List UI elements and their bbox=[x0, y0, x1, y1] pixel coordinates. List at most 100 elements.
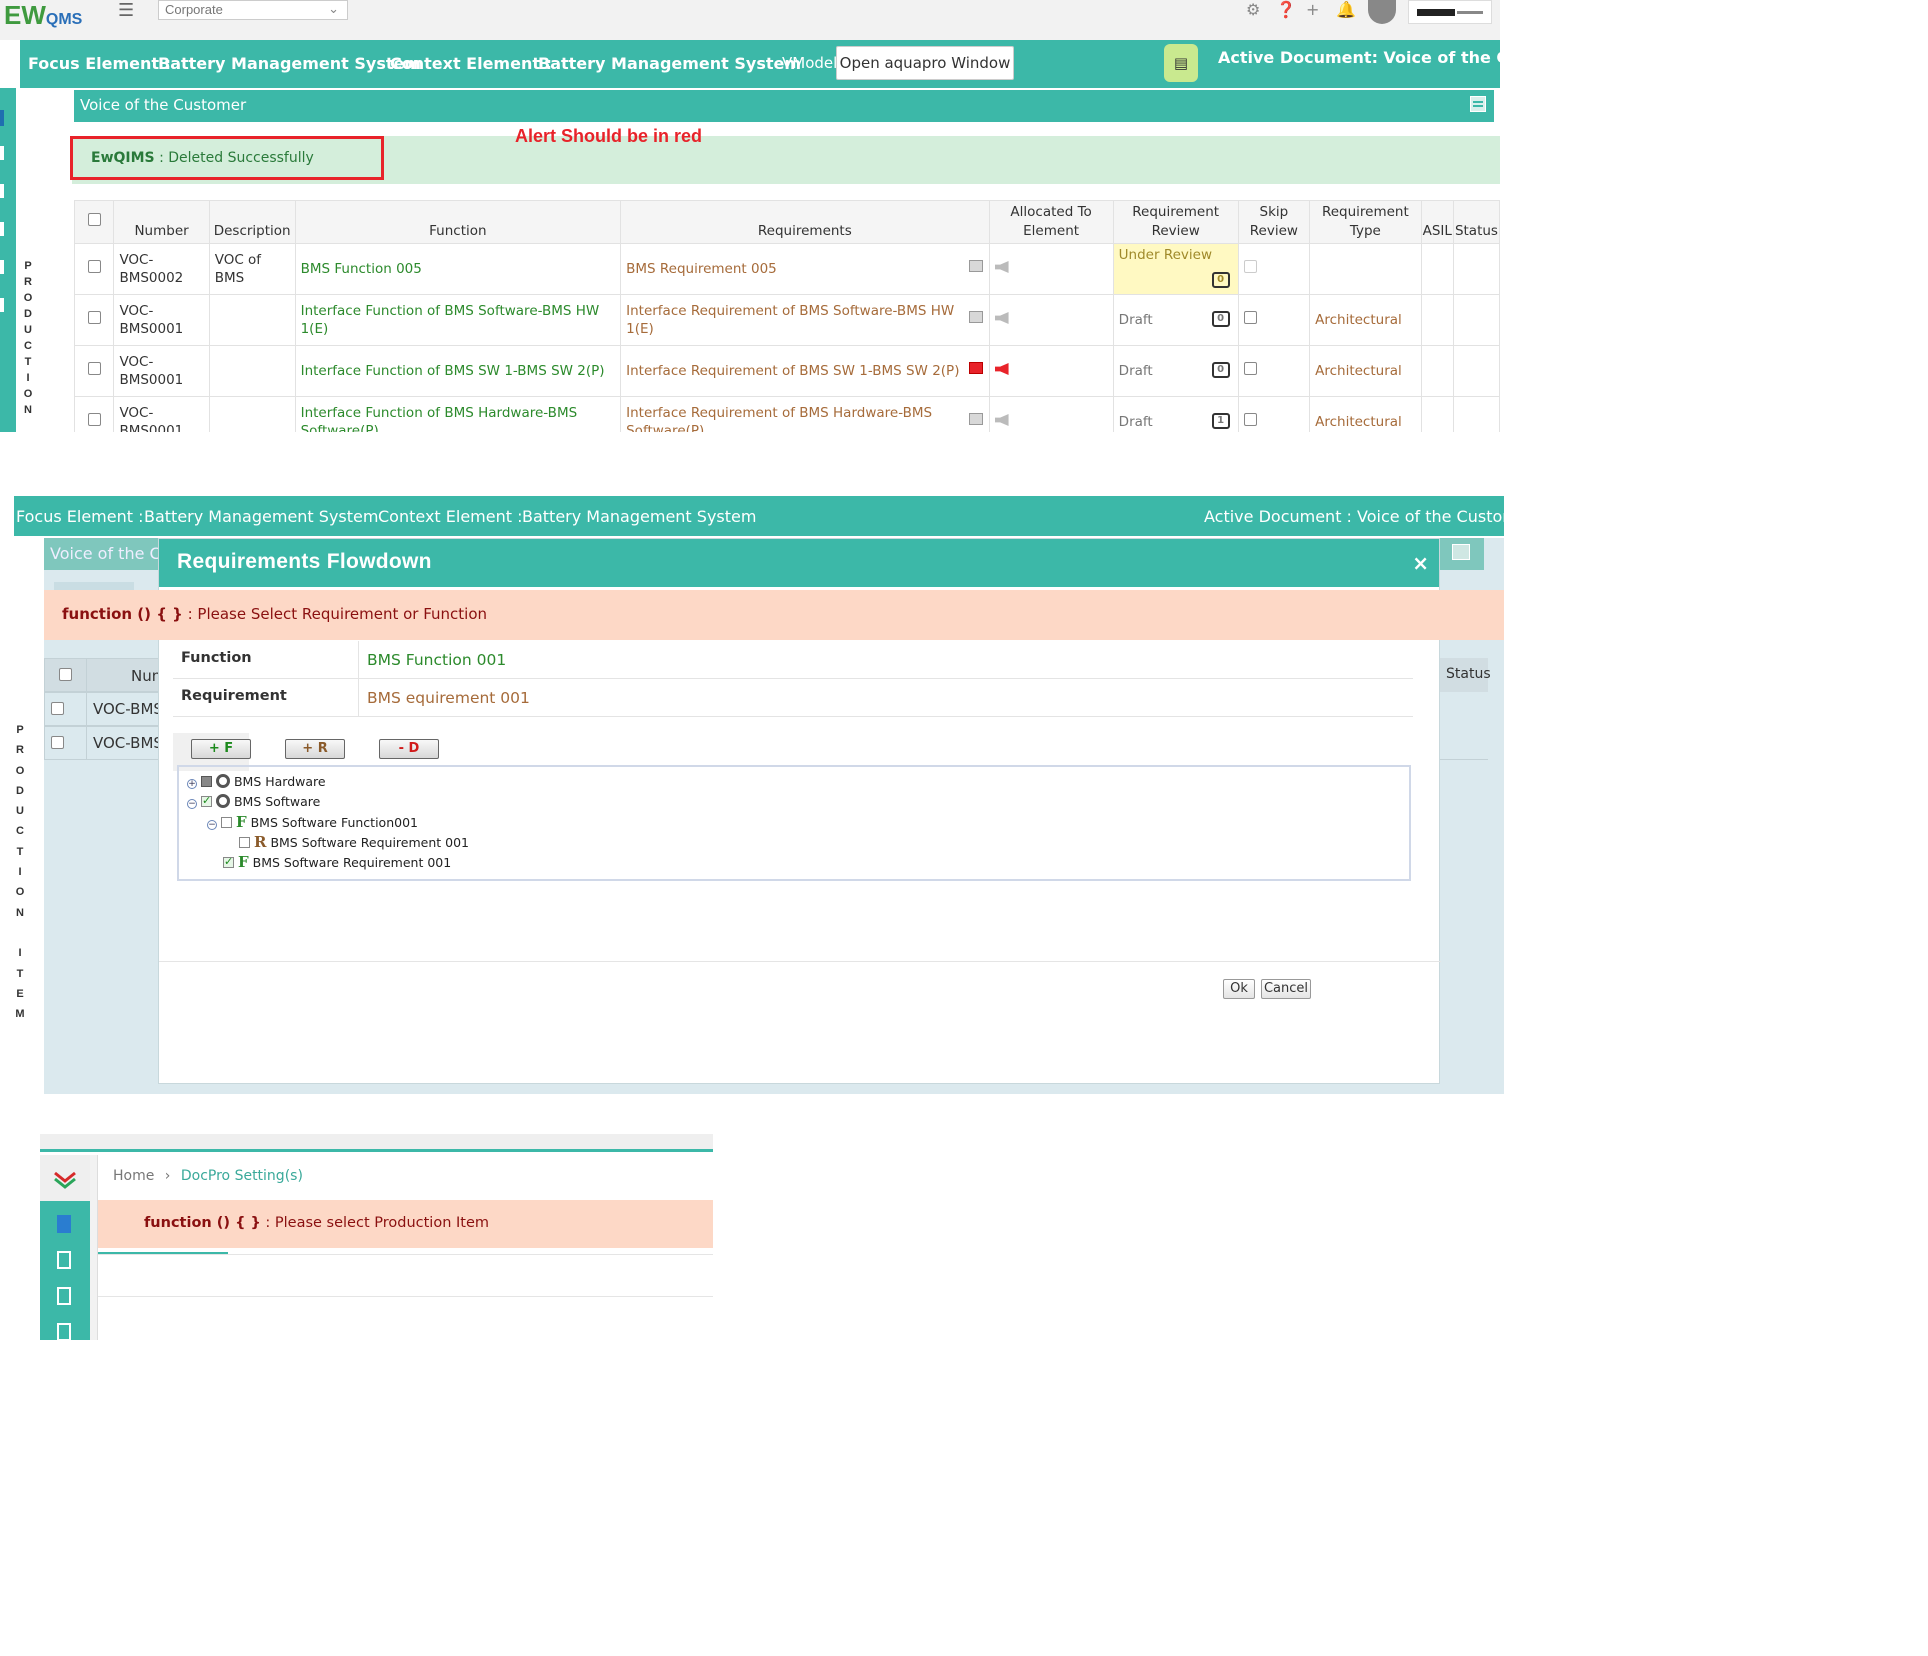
gear-icon[interactable]: ⚙ bbox=[1246, 0, 1260, 19]
cell-function[interactable]: BMS Function 005 bbox=[294, 243, 622, 295]
expand-icon[interactable]: + bbox=[187, 779, 197, 789]
speaker-icon[interactable] bbox=[994, 363, 1009, 375]
alert-prefix: function () { } bbox=[144, 1215, 261, 1231]
tree-checkbox[interactable] bbox=[239, 837, 250, 848]
nav-item-icon[interactable] bbox=[0, 184, 4, 198]
table-row[interactable]: VOC-BMS0001 Interface Function of BMS SW… bbox=[73, 345, 1500, 397]
row-checkbox[interactable] bbox=[87, 413, 101, 426]
tree-checkbox[interactable] bbox=[223, 853, 234, 871]
comment-icon[interactable]: 1 bbox=[1211, 413, 1230, 429]
plus-icon[interactable]: + bbox=[1306, 0, 1319, 19]
skip-review-checkbox[interactable] bbox=[1243, 311, 1257, 324]
alert-highlight-box: EwQIMS : Deleted Successfully bbox=[70, 136, 384, 180]
tree-node-sw-requirement-f[interactable]: F BMS Software Requirement 001 bbox=[223, 853, 451, 871]
collapse-icon[interactable]: − bbox=[207, 820, 217, 830]
cell-function[interactable]: Interface Function of BMS SW 1-BMS SW 2(… bbox=[294, 345, 622, 397]
review-status: Draft bbox=[1118, 414, 1153, 430]
open-aquapro-button[interactable]: Open aquapro Window bbox=[836, 46, 1014, 80]
requirement-link[interactable]: BMS Requirement 005 bbox=[626, 261, 777, 277]
help-icon[interactable]: ❓ bbox=[1276, 0, 1296, 19]
ok-button[interactable]: Ok bbox=[1223, 979, 1255, 999]
tree-checkbox[interactable] bbox=[200, 792, 212, 810]
modal-header: Requirements Flowdown × bbox=[159, 539, 1439, 587]
tree-checkbox[interactable] bbox=[220, 817, 232, 828]
table-row[interactable]: VOC-BMS0001 Interface Function of BMS So… bbox=[73, 294, 1500, 346]
cancel-button[interactable]: Cancel bbox=[1261, 979, 1311, 999]
select-all-checkbox[interactable] bbox=[87, 212, 101, 226]
document-icon[interactable]: ▤ bbox=[1164, 44, 1198, 82]
comment-icon[interactable]: 0 bbox=[1211, 362, 1230, 378]
col-asil[interactable]: ASIL bbox=[1420, 200, 1454, 244]
app-logo[interactable]: EWQMS bbox=[4, 0, 82, 31]
tree-node-software[interactable]: − BMS Software bbox=[187, 792, 320, 811]
flag-icon[interactable] bbox=[968, 413, 983, 425]
col-review[interactable]: Requirement Review bbox=[1112, 200, 1239, 244]
cell-function[interactable]: Interface Function of BMS Software-BMS H… bbox=[294, 294, 622, 346]
col-status[interactable]: Status bbox=[1452, 200, 1500, 244]
table-settings-icon[interactable] bbox=[1452, 544, 1470, 560]
col-req-type[interactable]: Requirement Type bbox=[1309, 200, 1422, 244]
flag-icon[interactable] bbox=[968, 362, 983, 374]
col-number[interactable]: Number bbox=[113, 200, 210, 244]
col-allocated[interactable]: Allocated To Element bbox=[988, 200, 1114, 244]
speaker-icon[interactable] bbox=[994, 261, 1009, 273]
cell-skip-review bbox=[1237, 294, 1311, 346]
col-description[interactable]: Description bbox=[208, 200, 296, 244]
requirement-type-icon: R bbox=[253, 833, 267, 851]
bell-icon[interactable]: 🔔 bbox=[1336, 0, 1356, 19]
tree-node-sw-requirement[interactable]: R BMS Software Requirement 001 bbox=[239, 833, 469, 851]
nav-item-icon[interactable] bbox=[0, 222, 4, 236]
nav-item-icon[interactable] bbox=[0, 146, 4, 160]
tree-node-sw-function[interactable]: − F BMS Software Function001 bbox=[207, 813, 418, 831]
requirement-link[interactable]: Interface Requirement of BMS Hardware-BM… bbox=[626, 405, 932, 432]
nav-item-icon[interactable] bbox=[0, 260, 4, 274]
col-function[interactable]: Function bbox=[294, 200, 622, 244]
table-row[interactable]: VOC-BMS0001 Interface Function of BMS Ha… bbox=[73, 396, 1500, 432]
row-checkbox[interactable] bbox=[51, 702, 64, 715]
row-checkbox[interactable] bbox=[87, 311, 101, 324]
add-requirement-button[interactable]: + R bbox=[285, 739, 345, 759]
tree-node-hardware[interactable]: + BMS Hardware bbox=[187, 773, 326, 791]
close-icon[interactable]: × bbox=[1412, 551, 1429, 575]
requirement-link[interactable]: Interface Requirement of BMS Software-BM… bbox=[626, 303, 954, 337]
hamburger-menu-icon[interactable]: ☰ bbox=[118, 0, 134, 21]
row-checkbox[interactable] bbox=[51, 736, 64, 749]
app-logo[interactable] bbox=[40, 1155, 90, 1201]
tree-checkbox[interactable] bbox=[200, 776, 212, 787]
building-icon[interactable] bbox=[57, 1287, 71, 1305]
col-requirements[interactable]: Requirements bbox=[620, 200, 990, 244]
comment-icon[interactable]: 0 bbox=[1211, 311, 1230, 327]
skip-review-checkbox[interactable] bbox=[1243, 362, 1257, 375]
table-row[interactable]: VOC-BMS0002 VOC of BMS BMS Function 005 … bbox=[73, 243, 1500, 295]
row-select-cell bbox=[73, 294, 115, 346]
vmodel-link[interactable]: VModel bbox=[782, 54, 837, 72]
cell-allocated bbox=[988, 396, 1114, 432]
footer-divider bbox=[159, 961, 1441, 962]
building-icon[interactable] bbox=[57, 1323, 71, 1340]
skip-review-checkbox[interactable] bbox=[1243, 260, 1257, 273]
breadcrumb-home[interactable]: Home bbox=[113, 1168, 154, 1184]
skip-review-checkbox[interactable] bbox=[1243, 413, 1257, 426]
row-number: VOC-BMS bbox=[93, 734, 163, 752]
nav-item-icon[interactable] bbox=[0, 298, 4, 312]
select-all-checkbox[interactable] bbox=[59, 668, 72, 681]
flag-icon[interactable] bbox=[968, 260, 983, 272]
breadcrumb-current[interactable]: DocPro Setting(s) bbox=[181, 1168, 303, 1184]
building-icon[interactable] bbox=[57, 1215, 71, 1233]
comment-icon[interactable]: 0 bbox=[1211, 272, 1230, 288]
col-skip-review[interactable]: Skip Review bbox=[1237, 200, 1311, 244]
row-checkbox[interactable] bbox=[87, 362, 101, 375]
collapse-icon[interactable]: − bbox=[187, 799, 197, 809]
speaker-icon[interactable] bbox=[994, 414, 1009, 426]
flag-icon[interactable] bbox=[968, 311, 983, 323]
table-settings-icon[interactable] bbox=[1470, 96, 1486, 112]
cell-function[interactable]: Interface Function of BMS Hardware-BMS S… bbox=[294, 396, 622, 432]
row-checkbox[interactable] bbox=[87, 260, 101, 273]
delete-button[interactable]: - D bbox=[379, 739, 439, 759]
requirement-link[interactable]: Interface Requirement of BMS SW 1-BMS SW… bbox=[626, 363, 959, 379]
org-select[interactable]: Corporate ⌄ bbox=[158, 0, 348, 20]
tree-node-label: BMS Software Requirement 001 bbox=[252, 855, 452, 870]
building-icon[interactable] bbox=[57, 1251, 71, 1269]
speaker-icon[interactable] bbox=[994, 312, 1009, 324]
add-function-button[interactable]: + F bbox=[191, 739, 251, 759]
